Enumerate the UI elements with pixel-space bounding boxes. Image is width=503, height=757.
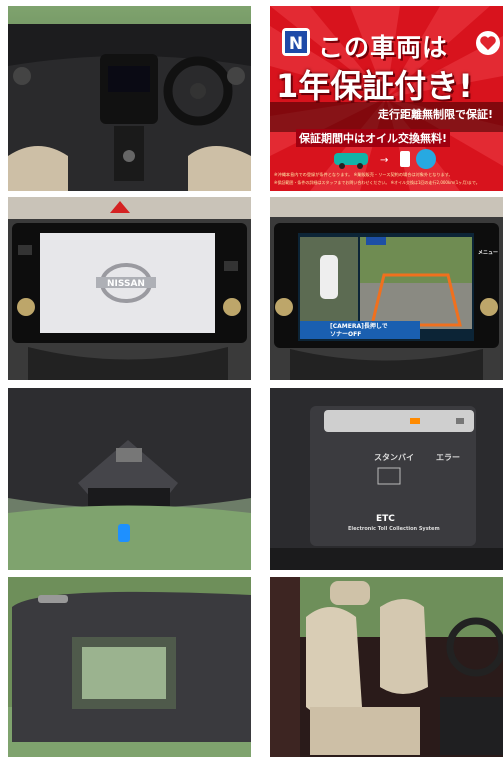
svg-text:NISSAN: NISSAN bbox=[107, 279, 145, 289]
dealer-logo: N bbox=[282, 28, 310, 56]
warranty-promo-banner: N この車両は 1年保証付き! 走行距離無制限で保証! 保証期間中はオイル交換無… bbox=[270, 6, 503, 191]
etc-standby-label: スタンバイ bbox=[374, 453, 414, 462]
promo-sub-2: 保証期間中はオイル交換無料! bbox=[296, 129, 451, 147]
promo-note-2: ※保証範囲・条件の詳細はスタッフまでお問い合わせください。 ※オイル交換は1回の… bbox=[274, 180, 480, 185]
promo-sub-1: 走行距離無制限で保証! bbox=[377, 108, 493, 121]
svg-text:→: → bbox=[380, 155, 388, 166]
photo-windshield-sensor bbox=[8, 388, 251, 570]
menu-label: メニュー bbox=[478, 250, 499, 256]
heart-icon bbox=[475, 30, 501, 56]
car-and-oil-icons: → bbox=[334, 149, 436, 169]
photo-sun-visor-mirror bbox=[8, 577, 251, 757]
etc-subtitle: Electronic Toll Collection System bbox=[348, 526, 440, 532]
etc-error-label: エラー bbox=[436, 453, 460, 462]
etc-logo: ETC bbox=[376, 514, 395, 524]
promo-headline-2: 1年保証付き! bbox=[276, 67, 473, 105]
photo-navigation-unit: NISSAN bbox=[8, 197, 251, 380]
photo-dashboard bbox=[8, 6, 251, 191]
photo-around-view-monitor: [CAMERA]長押しで ソナーOFF メニュー bbox=[270, 197, 503, 380]
svg-text:N: N bbox=[289, 34, 303, 54]
photo-front-seats bbox=[270, 577, 503, 757]
camera-hint-2: ソナーOFF bbox=[330, 331, 362, 338]
promo-headline-1: この車両は bbox=[318, 33, 449, 62]
photo-etc-unit: スタンバイ エラー ETC Electronic Toll Collection… bbox=[270, 388, 503, 570]
promo-note-1: ※沖縄本島内での登録が条件となります。 ※業販販売・リース契約の場合は対象外とな… bbox=[274, 172, 453, 177]
